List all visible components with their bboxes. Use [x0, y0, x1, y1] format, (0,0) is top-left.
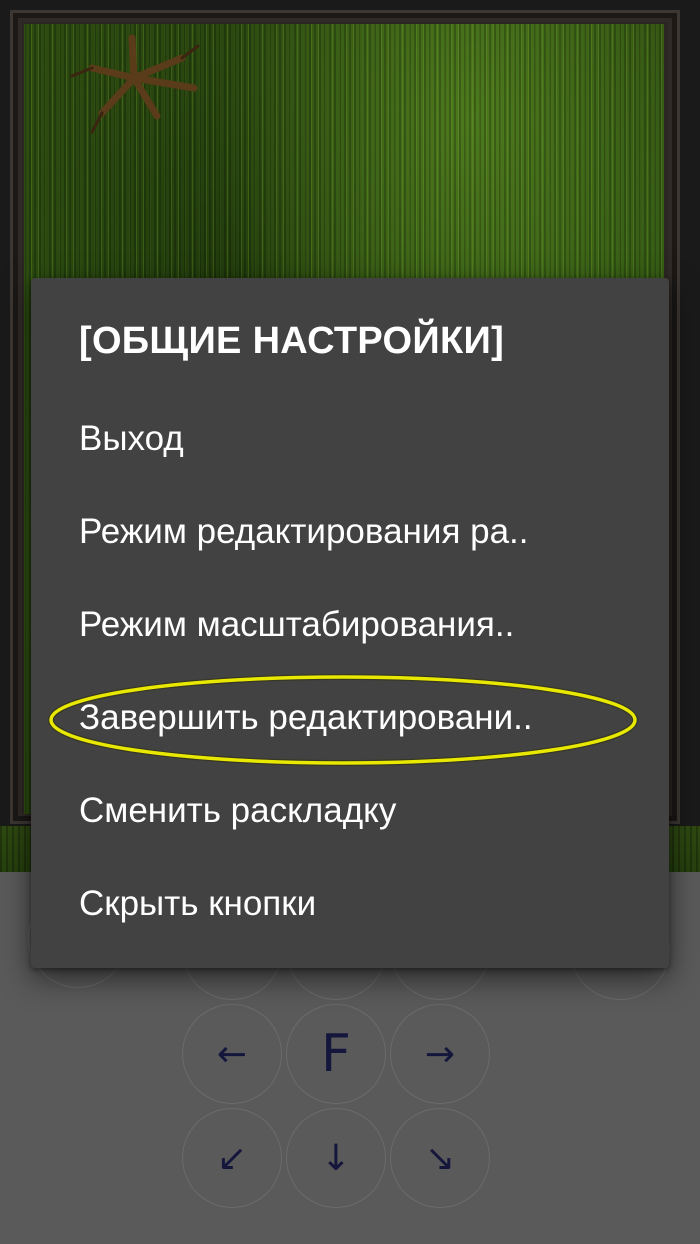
- settings-menu: Выход Режим редактирования ра.. Режим ма…: [31, 392, 669, 950]
- dpad-down-right-button[interactable]: ↘: [390, 1108, 490, 1208]
- menu-item-hide-buttons[interactable]: Скрыть кнопки: [31, 857, 669, 950]
- menu-item-exit[interactable]: Выход: [31, 392, 669, 485]
- arrow-left-icon: ←: [216, 1033, 248, 1075]
- arrow-down-right-icon: ↘: [424, 1137, 456, 1179]
- tree-roots-sprite: [70, 34, 200, 134]
- dpad-down-left-button[interactable]: ↙: [182, 1108, 282, 1208]
- menu-item-change-layout[interactable]: Сменить раскладку: [31, 764, 669, 857]
- arrow-down-icon: ↓: [320, 1137, 352, 1179]
- dpad-center-button[interactable]: F: [286, 1004, 386, 1104]
- dpad-down-button[interactable]: ↓: [286, 1108, 386, 1208]
- dialog-title: [ОБЩИЕ НАСТРОЙКИ]: [79, 320, 505, 362]
- arrow-down-left-icon: ↙: [216, 1137, 248, 1179]
- general-settings-dialog: [ОБЩИЕ НАСТРОЙКИ] Выход Режим редактиров…: [31, 278, 669, 968]
- dpad-left-button[interactable]: ←: [182, 1004, 282, 1104]
- menu-item-finish-editing[interactable]: Завершить редактировани..: [31, 671, 669, 764]
- dpad-right-button[interactable]: →: [390, 1004, 490, 1104]
- center-button-label: F: [321, 1024, 351, 1084]
- arrow-right-icon: →: [424, 1033, 456, 1075]
- menu-item-edit-layout-mode[interactable]: Режим редактирования ра..: [31, 485, 669, 578]
- menu-item-scale-mode[interactable]: Режим масштабирования..: [31, 578, 669, 671]
